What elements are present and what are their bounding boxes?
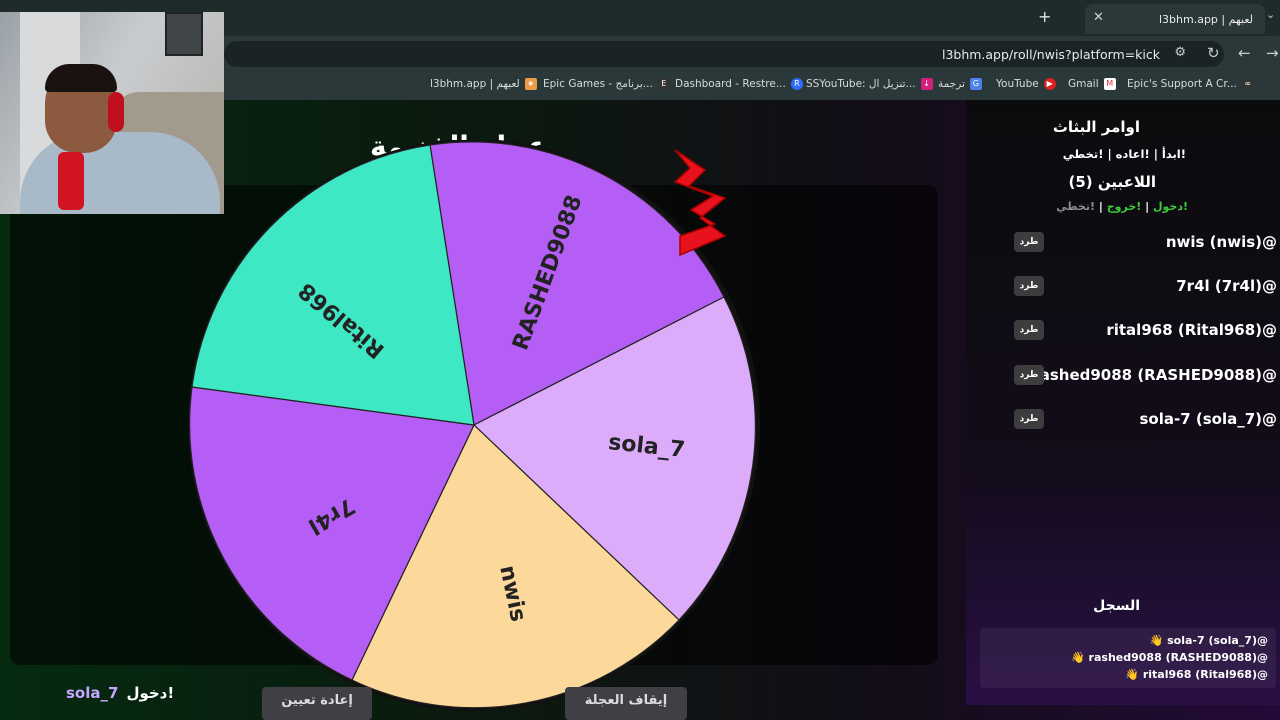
bookmark-label: Epic Games - برنامج... [543,78,653,90]
wheel-segment [191,144,475,426]
epic-support-icon: ∞ [1241,78,1254,90]
new-tab-button[interactable]: + [1038,7,1051,26]
player-row: طرد 7r4l (7r4l)@ [987,274,1277,298]
log-entry: 👋 sola-7 (sola_7)@ [1149,634,1268,647]
headset-icon [108,92,124,132]
chevron-down-icon[interactable]: ⌄ [1266,8,1275,21]
prize-wheel[interactable]: RASHED9088 sola_7 nwis 7r4l Rital968 [185,140,765,720]
log-entry: 👋 rashed9088 (RASHED9088)@ [1071,651,1268,664]
player-row: طرد nwis (nwis)@ [987,230,1277,254]
site-icon: ★ [524,78,537,90]
bookmark-youtube[interactable]: YouTube ▶ [996,78,1056,90]
translate-icon: G [969,78,982,90]
bookmark-ssyoutube[interactable]: SSYouTube: تنزيل ال... ↓ [806,78,933,90]
join-message: sola_7 دخول! [66,684,174,702]
kick-button[interactable]: طرد [1014,320,1044,340]
player-name: nwis (nwis)@ [1165,233,1277,251]
bookmark-label: SSYouTube: تنزيل ال... [806,78,916,90]
exit-command: !خروج [1106,200,1142,213]
log-panel: 👋 sola-7 (sola_7)@ 👋 rashed9088 (RASHED9… [980,628,1276,688]
kick-button[interactable]: طرد [1014,276,1044,296]
bookmark-label: l3bhm.app | لعبهم [430,78,520,90]
reset-button[interactable]: إعادة تعيين [262,687,372,720]
kick-button[interactable]: طرد [1014,365,1044,385]
ssyoutube-icon: ↓ [920,78,933,90]
bookmark-label: Dashboard - Restre... [675,78,786,90]
restream-icon: R [790,78,803,90]
url-text: l3bhm.app/roll/nwis?platform=kick [941,46,1160,62]
reload-icon[interactable]: ↻ [1207,44,1220,62]
forward-icon[interactable]: → [1266,44,1279,62]
webcam-person-hair [45,64,117,92]
player-name: 7r4l (7r4l)@ [1176,277,1277,295]
stop-wheel-button[interactable]: إيقاف العجلة [565,687,687,720]
kick-button[interactable]: طرد [1014,232,1044,252]
legend-separator: | [1141,200,1153,213]
back-icon[interactable]: ← [1238,44,1251,62]
epic-icon: E [657,78,670,90]
join-username: sola_7 [66,684,119,702]
active-tab[interactable]: ✕ l3bhm.app | لعبهم [1085,4,1265,34]
bookmark-label: Gmail [1068,78,1099,90]
enter-command: !دخول [1152,200,1188,213]
sidebar: اوامر البثاث !ابدأ | !اعاده | !تخطي اللا… [966,100,1280,705]
join-text: دخول! [126,684,175,702]
wheel-pointer-icon [673,149,727,257]
player-row: طرد rashed9088 (RASHED9088)@ [987,363,1277,387]
bookmark-l3bhm[interactable]: l3bhm.app | لعبهم ★ [430,78,537,90]
player-commands-legend: !دخول | !خروج | !تخطي [1056,200,1188,213]
bookmark-label: Epic's Support A Cr... [1127,78,1237,90]
commands-list: !ابدأ | !اعاده | !تخطي [1062,147,1186,161]
player-row: طرد sola-7 (sola_7)@ [987,407,1277,431]
legend-separator: | [1095,200,1107,213]
player-row: طرد rital968 (Rital968)@ [987,318,1277,342]
players-title: اللاعبين (5) [1068,173,1156,191]
bookmark-epic[interactable]: Epic Games - برنامج... E [543,78,670,90]
player-name: sola-7 (sola_7)@ [1139,410,1277,428]
tab-title: l3bhm.app | لعبهم [1158,12,1253,26]
site-settings-icon[interactable]: ⚙ [1174,45,1186,60]
webcam-overlay [0,12,224,214]
bookmark-label: ترجمة [938,78,965,90]
gmail-icon: M [1103,78,1116,90]
log-title: السجل [1093,598,1140,614]
kick-button[interactable]: طرد [1014,409,1044,429]
bookmark-label: YouTube [996,78,1039,90]
url-input[interactable]: l3bhm.app/roll/nwis?platform=kick ⚙ [224,41,1224,67]
commands-title: اوامر البثاث [1052,118,1140,136]
bookmark-restream[interactable]: Dashboard - Restre... R [675,78,803,90]
bookmark-epic-support[interactable]: Epic's Support A Cr... ∞ [1127,78,1254,90]
skip-command: !تخطي [1056,200,1096,213]
player-name: rital968 (Rital968)@ [1106,321,1277,339]
close-icon[interactable]: ✕ [1093,10,1104,25]
microphone-icon [58,152,84,210]
log-entry: 👋 rital968 (Rital968)@ [1125,668,1268,681]
bookmark-translate[interactable]: ترجمة G [938,78,982,90]
player-name: rashed9088 (RASHED9088)@ [1032,366,1277,384]
youtube-icon: ▶ [1043,78,1056,90]
webcam-person-body [20,132,220,214]
bookmark-gmail[interactable]: Gmail M [1068,78,1116,90]
webcam-wall-frame [165,12,203,56]
